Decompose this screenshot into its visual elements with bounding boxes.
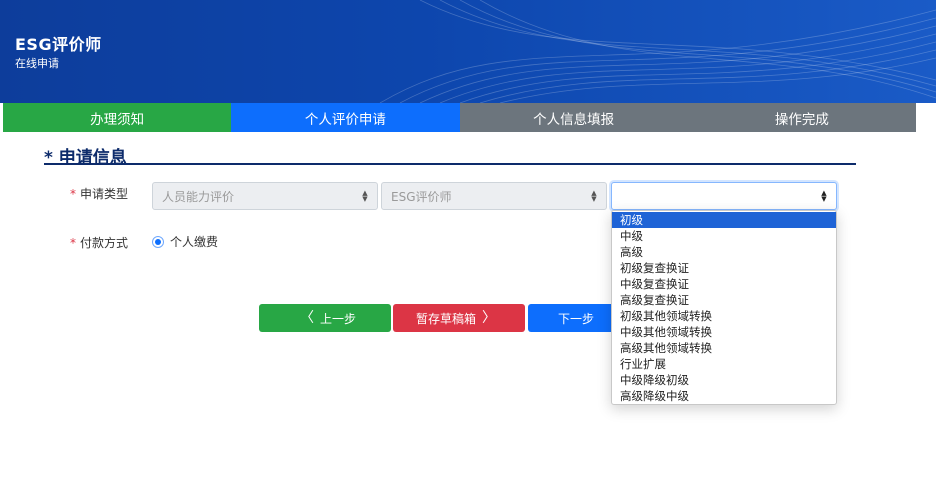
dropdown-option[interactable]: 初级 [612,212,836,228]
dropdown-option[interactable]: 高级 [612,244,836,260]
dropdown-option[interactable]: 初级复查换证 [612,260,836,276]
application-category-value: 人员能力评价 [162,189,235,204]
required-asterisk: * [70,187,76,201]
payment-method-label-text: 付款方式 [80,236,129,250]
level-select[interactable]: ▲ ▼ [611,182,837,210]
section-title: * 申请信息 [44,143,856,168]
dropdown-option[interactable]: 中级 [612,228,836,244]
step-personal-application[interactable]: 个人评价申请 [231,103,460,132]
application-type-label: * 申请类型 [70,185,128,202]
dropdown-option[interactable]: 高级降级中级 [612,388,836,404]
banner-wave-decoration [379,0,936,103]
previous-step-label: 上一步 [319,311,356,326]
dropdown-option[interactable]: 中级其他领域转换 [612,324,836,340]
payment-personal-radio[interactable] [152,235,164,248]
dropdown-option[interactable]: 中级降级初级 [612,372,836,388]
next-step-label: 下一步 [557,311,594,326]
profession-value: ESG评价师 [391,189,452,204]
app-subtitle: 在线申请 [15,57,59,70]
step-instructions[interactable]: 办理须知 [3,103,232,132]
dropdown-option[interactable]: 高级其他领域转换 [612,340,836,356]
next-step-button[interactable]: 下一步 [528,304,624,332]
step-personal-info[interactable]: 个人信息填报 [459,103,688,132]
step-complete[interactable]: 操作完成 [687,103,916,132]
select-arrows-icon: ▲ ▼ [362,189,368,203]
payment-method-label: * 付款方式 [70,234,128,251]
radio-dot-icon [155,238,161,245]
payment-personal-option[interactable]: 个人缴费 [152,233,218,250]
previous-step-button[interactable]: 〈上一步 [259,304,391,332]
dropdown-option[interactable]: 高级复查换证 [612,292,836,308]
level-dropdown-list: 初级 中级 高级 初级复查换证 中级复查换证 高级复查换证 初级其他领域转换 中… [611,210,837,405]
dropdown-option[interactable]: 行业扩展 [612,356,836,372]
select-arrows-icon: ▲ ▼ [821,189,827,203]
profession-select[interactable]: ESG评价师 ▲ ▼ [381,182,607,210]
dropdown-option[interactable]: 中级复查换证 [612,276,836,292]
app-title: ESG评价师 [15,35,102,54]
header-banner: ESG评价师 在线申请 [0,0,936,103]
step-progress-bar: 办理须知 个人评价申请 个人信息填报 操作完成 [3,103,916,132]
chevron-left-icon: 〈 [299,310,314,326]
required-asterisk: * [70,236,76,250]
chevron-right-icon: 〉 [482,310,496,326]
payment-personal-label: 个人缴费 [170,235,219,249]
select-arrows-icon: ▲ ▼ [591,189,597,203]
save-draft-button[interactable]: 暂存草稿箱〉 [393,304,525,332]
dropdown-option[interactable]: 初级其他领域转换 [612,308,836,324]
save-draft-label: 暂存草稿箱 [415,311,476,326]
application-type-label-text: 申请类型 [80,187,129,201]
application-category-select[interactable]: 人员能力评价 ▲ ▼ [152,182,378,210]
